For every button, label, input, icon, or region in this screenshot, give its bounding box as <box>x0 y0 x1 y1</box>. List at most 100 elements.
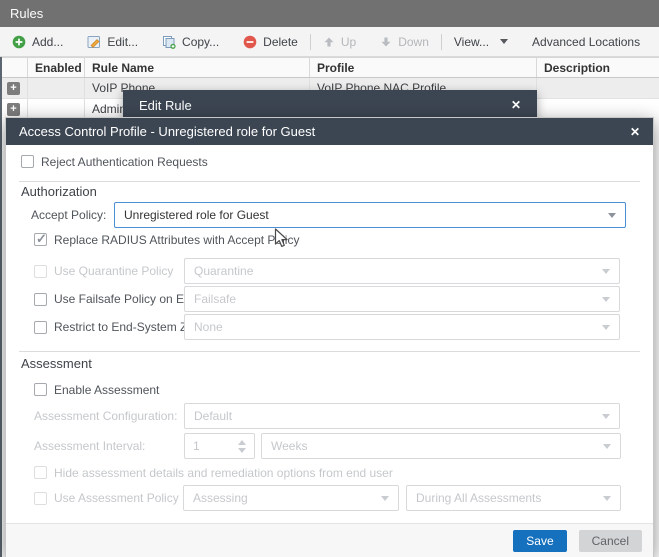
assessment-interval-unit-value: Weeks <box>271 439 308 453</box>
chevron-down-icon <box>602 324 610 330</box>
dialog-footer: Save Cancel <box>6 523 653 557</box>
enable-assessment-row: Enable Assessment <box>34 382 159 397</box>
use-assessment-policy-row: Use Assessment Policy <box>6 485 179 511</box>
assessment-interval-stepper: 1 <box>184 433 255 459</box>
rules-toolbar: Add... Edit... Copy... Delete Up Down Vi… <box>0 27 659 57</box>
close-icon[interactable]: ✕ <box>511 98 521 112</box>
delete-icon <box>243 35 257 49</box>
view-menu-button[interactable]: View... <box>442 27 520 57</box>
assessment-policy-when-value: During All Assessments <box>416 491 542 505</box>
quarantine-policy-value: Quarantine <box>194 264 254 278</box>
chevron-down-icon <box>608 212 616 218</box>
replace-radius-label: Replace RADIUS Attributes with Accept Po… <box>54 232 300 247</box>
window-left-border <box>0 57 2 557</box>
replace-radius-row: Replace RADIUS Attributes with Accept Po… <box>34 231 300 247</box>
column-header-profile[interactable]: Profile <box>310 58 537 77</box>
hide-details-row: Hide assessment details and remediation … <box>34 465 393 480</box>
mouse-cursor <box>274 228 288 247</box>
assessment-policy-value: Assessing <box>193 491 248 505</box>
move-up-button: Up <box>311 27 368 57</box>
hide-details-checkbox <box>34 466 47 479</box>
chevron-down-icon <box>500 39 509 44</box>
delete-button-label: Delete <box>263 34 298 49</box>
chevron-down-icon <box>602 296 610 302</box>
assessment-heading: Assessment <box>21 356 92 371</box>
dialog-titlebar: Access Control Profile - Unregistered ro… <box>6 118 653 145</box>
enable-assessment-label: Enable Assessment <box>54 382 160 397</box>
cancel-button[interactable]: Cancel <box>578 529 642 552</box>
delete-button[interactable]: Delete <box>231 27 310 57</box>
chevron-down-icon <box>603 443 611 449</box>
failsafe-policy-label: Use Failsafe Policy on Error <box>54 292 203 306</box>
assessment-config-label: Assessment Configuration: <box>34 409 178 423</box>
close-icon[interactable]: ✕ <box>630 125 640 139</box>
dialog-body: Reject Authentication Requests Authoriza… <box>6 145 653 523</box>
stepper-arrows-icon <box>238 439 246 453</box>
edit-icon <box>87 35 101 49</box>
expand-row-button[interactable]: + <box>7 103 20 116</box>
view-menu-label: View... <box>453 34 490 49</box>
add-button[interactable]: Add... <box>0 27 75 57</box>
accept-policy-value: Unregistered role for Guest <box>124 208 269 222</box>
accept-policy-select[interactable]: Unregistered role for Guest <box>114 202 626 228</box>
column-header-rule-name[interactable]: Rule Name <box>85 58 310 77</box>
cell-enabled <box>28 78 85 98</box>
chevron-down-icon <box>602 413 610 419</box>
quarantine-policy-checkbox <box>34 264 47 278</box>
advanced-locations-button[interactable]: Advanced Locations <box>520 27 652 57</box>
edit-rule-dialog: Edit Rule ✕ <box>123 90 537 120</box>
add-button-label: Add... <box>32 34 64 49</box>
accept-policy-label: Accept Policy: <box>31 208 107 222</box>
quarantine-policy-row: Use Quarantine Policy <box>6 258 173 284</box>
end-system-zone-value: None <box>194 320 223 334</box>
down-arrow-icon <box>380 36 392 48</box>
move-down-label: Down <box>398 34 429 49</box>
advanced-locations-label: Advanced Locations <box>532 34 641 49</box>
end-system-zone-row: Restrict to End-System Zone <box>6 314 207 340</box>
copy-button[interactable]: Copy... <box>150 27 231 57</box>
failsafe-policy-checkbox[interactable] <box>34 292 47 306</box>
copy-button-label: Copy... <box>182 34 220 49</box>
edit-rule-title: Edit Rule <box>139 97 192 113</box>
section-divider <box>19 351 640 352</box>
hide-details-label: Hide assessment details and remediation … <box>54 465 393 480</box>
dialog-title: Access Control Profile - Unregistered ro… <box>19 124 316 139</box>
save-button[interactable]: Save <box>513 529 567 552</box>
column-header-description[interactable]: Description <box>537 58 659 77</box>
quarantine-policy-select: Quarantine <box>184 258 620 284</box>
use-assessment-policy-checkbox <box>34 491 47 505</box>
failsafe-policy-select: Failsafe <box>184 286 620 312</box>
quarantine-policy-label: Use Quarantine Policy <box>54 264 174 278</box>
rules-panel-title: Rules <box>0 0 659 27</box>
column-header-enabled[interactable]: Enabled <box>28 58 85 77</box>
copy-icon <box>162 35 176 49</box>
table-header: Enabled Rule Name Profile Description <box>0 57 659 78</box>
replace-radius-checkbox[interactable] <box>34 231 47 247</box>
reject-auth-row: Reject Authentication Requests <box>21 154 208 169</box>
move-down-button: Down <box>368 27 441 57</box>
end-system-zone-checkbox[interactable] <box>34 320 47 334</box>
chevron-down-icon <box>602 268 610 274</box>
move-up-label: Up <box>340 34 357 49</box>
edit-button[interactable]: Edit... <box>75 27 150 57</box>
add-icon <box>12 35 26 49</box>
use-assessment-policy-label: Use Assessment Policy <box>54 491 179 505</box>
failsafe-policy-row: Use Failsafe Policy on Error <box>6 286 203 312</box>
expand-row-button[interactable]: + <box>7 81 20 95</box>
enable-assessment-checkbox[interactable] <box>34 383 47 396</box>
edit-rule-titlebar: Edit Rule ✕ <box>123 90 537 120</box>
reject-auth-label: Reject Authentication Requests <box>41 154 208 169</box>
assessment-interval-unit-select: Weeks <box>261 433 621 459</box>
assessment-interval-label: Assessment Interval: <box>34 439 146 453</box>
assessment-policy-select: Assessing <box>183 485 399 511</box>
column-header-expand <box>0 58 28 77</box>
authorization-heading: Authorization <box>21 184 97 199</box>
chevron-down-icon <box>381 495 389 501</box>
assessment-config-value: Default <box>194 409 233 423</box>
assessment-interval-value: 1 <box>193 439 200 453</box>
failsafe-policy-value: Failsafe <box>194 292 237 306</box>
assessment-config-select: Default <box>184 403 620 429</box>
end-system-zone-select: None <box>184 314 620 340</box>
up-arrow-icon <box>323 36 335 48</box>
reject-auth-checkbox[interactable] <box>21 155 34 168</box>
